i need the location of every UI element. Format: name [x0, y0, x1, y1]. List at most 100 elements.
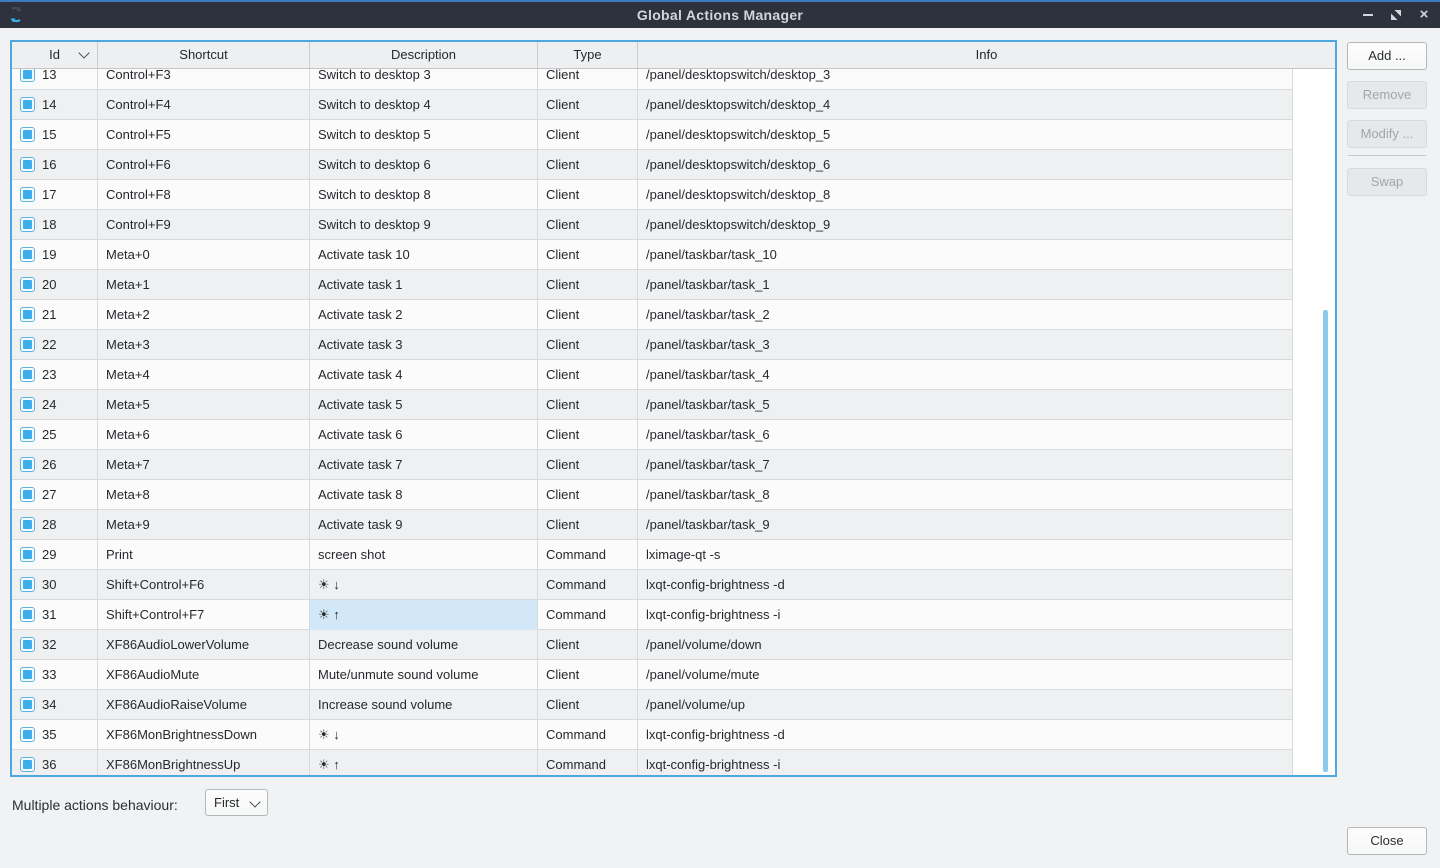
type-cell[interactable]: Client — [538, 480, 638, 510]
description-cell[interactable]: Activate task 5 — [310, 390, 538, 420]
info-cell[interactable]: /panel/taskbar/task_10 — [638, 240, 1293, 270]
id-cell[interactable]: 16 — [12, 150, 98, 180]
row-checkbox[interactable] — [20, 397, 35, 412]
table-row[interactable]: 20 Meta+1 Activate task 1 Client /panel/… — [12, 270, 1293, 300]
row-checkbox[interactable] — [20, 337, 35, 352]
shortcut-cell[interactable]: Control+F4 — [98, 90, 310, 120]
row-checkbox[interactable] — [20, 187, 35, 202]
id-cell[interactable]: 28 — [12, 510, 98, 540]
table-row[interactable]: 21 Meta+2 Activate task 2 Client /panel/… — [12, 300, 1293, 330]
column-header-id[interactable]: Id — [12, 42, 98, 68]
shortcut-cell[interactable]: Meta+2 — [98, 300, 310, 330]
row-checkbox[interactable] — [20, 307, 35, 322]
type-cell[interactable]: Client — [538, 630, 638, 660]
row-checkbox[interactable] — [20, 217, 35, 232]
type-cell[interactable]: Client — [538, 240, 638, 270]
shortcut-cell[interactable]: Meta+4 — [98, 360, 310, 390]
row-checkbox[interactable] — [20, 487, 35, 502]
id-cell[interactable]: 26 — [12, 450, 98, 480]
description-cell[interactable]: screen shot — [310, 540, 538, 570]
row-checkbox[interactable] — [20, 277, 35, 292]
info-cell[interactable]: lxqt-config-brightness -d — [638, 720, 1293, 750]
shortcut-cell[interactable]: XF86AudioMute — [98, 660, 310, 690]
type-cell[interactable]: Client — [538, 390, 638, 420]
shortcut-cell[interactable]: Control+F9 — [98, 210, 310, 240]
description-cell[interactable]: ☀ ↑ — [310, 750, 538, 777]
shortcut-cell[interactable]: XF86AudioLowerVolume — [98, 630, 310, 660]
shortcut-cell[interactable]: Meta+7 — [98, 450, 310, 480]
info-cell[interactable]: /panel/taskbar/task_1 — [638, 270, 1293, 300]
id-cell[interactable]: 22 — [12, 330, 98, 360]
id-cell[interactable]: 27 — [12, 480, 98, 510]
type-cell[interactable]: Client — [538, 90, 638, 120]
column-header-description[interactable]: Description — [310, 42, 538, 68]
type-cell[interactable]: Command — [538, 750, 638, 777]
type-cell[interactable]: Client — [538, 330, 638, 360]
type-cell[interactable]: Client — [538, 150, 638, 180]
minimize-button[interactable] — [1360, 7, 1376, 23]
shortcut-cell[interactable]: Meta+6 — [98, 420, 310, 450]
shortcut-cell[interactable]: Meta+0 — [98, 240, 310, 270]
table-row[interactable]: 30 Shift+Control+F6 ☀ ↓ Command lxqt-con… — [12, 570, 1293, 600]
shortcut-cell[interactable]: Control+F5 — [98, 120, 310, 150]
description-cell[interactable]: Increase sound volume — [310, 690, 538, 720]
table-row[interactable]: 23 Meta+4 Activate task 4 Client /panel/… — [12, 360, 1293, 390]
remove-button[interactable]: Remove — [1347, 81, 1427, 109]
type-cell[interactable]: Command — [538, 600, 638, 630]
table-row[interactable]: 33 XF86AudioMute Mute/unmute sound volum… — [12, 660, 1293, 690]
row-checkbox[interactable] — [20, 607, 35, 622]
type-cell[interactable]: Client — [538, 660, 638, 690]
shortcut-cell[interactable]: Control+F6 — [98, 150, 310, 180]
info-cell[interactable]: /panel/taskbar/task_3 — [638, 330, 1293, 360]
table-row[interactable]: 15 Control+F5 Switch to desktop 5 Client… — [12, 120, 1293, 150]
type-cell[interactable]: Client — [538, 210, 638, 240]
description-cell[interactable]: Activate task 10 — [310, 240, 538, 270]
shortcut-cell[interactable]: XF86AudioRaiseVolume — [98, 690, 310, 720]
info-cell[interactable]: /panel/desktopswitch/desktop_8 — [638, 180, 1293, 210]
type-cell[interactable]: Client — [538, 450, 638, 480]
column-header-info[interactable]: Info — [638, 42, 1335, 68]
type-cell[interactable]: Client — [538, 270, 638, 300]
description-cell[interactable]: Switch to desktop 4 — [310, 90, 538, 120]
id-cell[interactable]: 24 — [12, 390, 98, 420]
description-cell[interactable]: ☀ ↑ — [310, 600, 538, 630]
table-row[interactable]: 34 XF86AudioRaiseVolume Increase sound v… — [12, 690, 1293, 720]
description-cell[interactable]: Activate task 4 — [310, 360, 538, 390]
info-cell[interactable]: lximage-qt -s — [638, 540, 1293, 570]
type-cell[interactable]: Command — [538, 720, 638, 750]
id-cell[interactable]: 34 — [12, 690, 98, 720]
id-cell[interactable]: 33 — [12, 660, 98, 690]
info-cell[interactable]: /panel/volume/up — [638, 690, 1293, 720]
swap-button[interactable]: Swap — [1347, 168, 1427, 196]
info-cell[interactable]: /panel/taskbar/task_9 — [638, 510, 1293, 540]
id-cell[interactable]: 20 — [12, 270, 98, 300]
info-cell[interactable]: /panel/desktopswitch/desktop_6 — [638, 150, 1293, 180]
row-checkbox[interactable] — [20, 67, 35, 82]
info-cell[interactable]: /panel/volume/mute — [638, 660, 1293, 690]
table-row[interactable]: 31 Shift+Control+F7 ☀ ↑ Command lxqt-con… — [12, 600, 1293, 630]
vertical-scrollbar[interactable] — [1323, 310, 1328, 772]
info-cell[interactable]: /panel/desktopswitch/desktop_9 — [638, 210, 1293, 240]
table-row[interactable]: 28 Meta+9 Activate task 9 Client /panel/… — [12, 510, 1293, 540]
info-cell[interactable]: /panel/taskbar/task_6 — [638, 420, 1293, 450]
row-checkbox[interactable] — [20, 577, 35, 592]
row-checkbox[interactable] — [20, 247, 35, 262]
id-cell[interactable]: 35 — [12, 720, 98, 750]
id-cell[interactable]: 23 — [12, 360, 98, 390]
column-header-shortcut[interactable]: Shortcut — [98, 42, 310, 68]
add-button[interactable]: Add ... — [1347, 42, 1427, 70]
info-cell[interactable]: lxqt-config-brightness -i — [638, 600, 1293, 630]
info-cell[interactable]: /panel/desktopswitch/desktop_5 — [638, 120, 1293, 150]
row-checkbox[interactable] — [20, 97, 35, 112]
type-cell[interactable]: Client — [538, 180, 638, 210]
row-checkbox[interactable] — [20, 637, 35, 652]
close-button[interactable]: Close — [1347, 827, 1427, 855]
id-cell[interactable]: 30 — [12, 570, 98, 600]
shortcut-cell[interactable]: XF86MonBrightnessDown — [98, 720, 310, 750]
table-row[interactable]: 32 XF86AudioLowerVolume Decrease sound v… — [12, 630, 1293, 660]
table-row[interactable]: 17 Control+F8 Switch to desktop 8 Client… — [12, 180, 1293, 210]
restore-button[interactable] — [1388, 7, 1404, 23]
row-checkbox[interactable] — [20, 727, 35, 742]
info-cell[interactable]: /panel/taskbar/task_7 — [638, 450, 1293, 480]
shortcut-cell[interactable]: Shift+Control+F6 — [98, 570, 310, 600]
